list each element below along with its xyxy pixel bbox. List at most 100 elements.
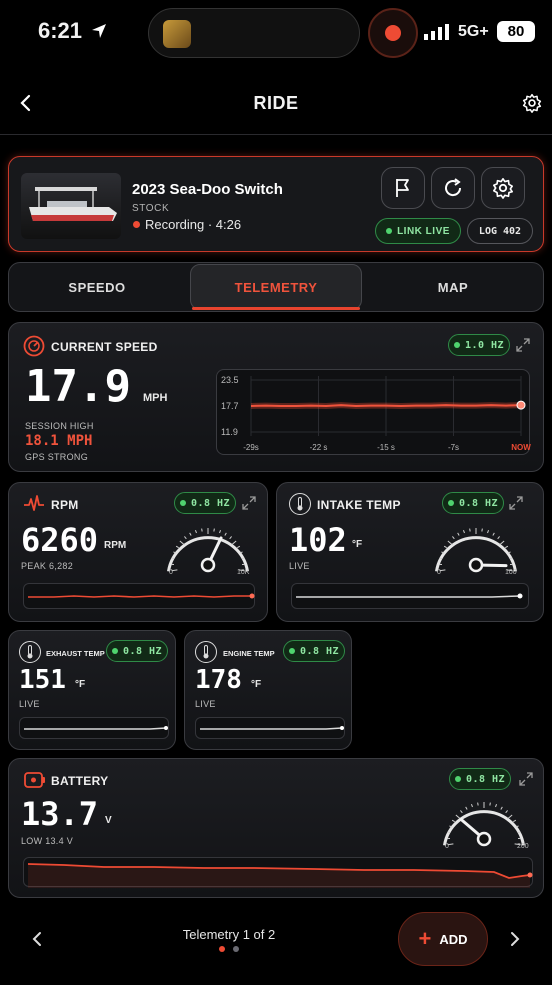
battery-value: 13.7 (21, 795, 99, 833)
exhaust-live: LIVE (19, 699, 40, 709)
rpm-unit: RPM (104, 540, 127, 551)
battery-unit: V (105, 815, 112, 826)
header-divider (0, 134, 552, 135)
exhaust-rate-badge[interactable]: 0.8 HZ (106, 640, 168, 662)
signal-icon (424, 24, 449, 40)
intake-card: INTAKE TEMP 0.8 HZ 102 °F LIVE 0 100 (276, 482, 544, 622)
speed-title: CURRENT SPEED (51, 340, 158, 354)
live-dot-icon (447, 500, 454, 506)
rpm-gauge (167, 528, 249, 573)
battery-icon (24, 772, 45, 788)
intake-live: LIVE (289, 561, 310, 571)
engine-rate-badge[interactable]: 0.8 HZ (283, 640, 345, 662)
log-badge[interactable]: LOG 402 (467, 218, 533, 244)
speed-y-label: 11.9 (221, 427, 238, 437)
gps-status: GPS STRONG (25, 452, 89, 462)
boat-image (21, 173, 121, 239)
live-dot-icon (453, 342, 460, 348)
tab-telemetry[interactable]: TELEMETRY (190, 262, 362, 312)
expand-icon[interactable] (509, 496, 523, 510)
engine-sparkline (195, 717, 345, 739)
rpm-gauge-min: 0 (169, 569, 173, 576)
speed-x-label: -7s (448, 443, 459, 452)
battery-card: BATTERY 0.8 HZ 13.7 V LOW 13.4 V 0 200 (8, 758, 544, 898)
network-type: 5G+ (458, 23, 489, 40)
expand-icon[interactable] (516, 338, 530, 352)
exhaust-card: EXHAUST TEMP 0.8 HZ 151 °F LIVE (8, 630, 176, 750)
battery-percent: 80 (507, 23, 525, 40)
speedometer-icon (23, 335, 45, 357)
intake-sparkline (291, 583, 529, 609)
tab-telemetry-underline (192, 307, 360, 310)
battery-title: BATTERY (51, 774, 109, 788)
speed-x-label: NOW (511, 443, 531, 452)
intake-gauge-min: 0 (437, 569, 441, 576)
battery-sparkline (23, 857, 533, 888)
expand-icon[interactable] (519, 772, 533, 786)
link-live-badge[interactable]: LINK LIVE (375, 218, 461, 244)
expand-icon[interactable] (242, 496, 256, 510)
rpm-card: RPM 0.8 HZ 6260 RPM PEAK 6,282 0 10K (8, 482, 268, 622)
thermometer-icon (289, 493, 311, 515)
vehicle-card: 2023 Sea-Doo Switch STOCK Recording · 4:… (8, 156, 544, 252)
page-dot-inactive[interactable] (233, 946, 239, 952)
speed-x-label: -22 s (310, 443, 328, 452)
location-arrow-icon (92, 24, 106, 38)
speed-series-line (250, 404, 522, 408)
gear-icon (493, 178, 513, 199)
exhaust-sparkline (19, 717, 169, 739)
speed-card: CURRENT SPEED 1.0 HZ 17.9 MPH SESSION HI… (8, 322, 544, 472)
live-dot-icon (288, 648, 295, 654)
tab-map[interactable]: MAP (364, 262, 542, 312)
rpm-value: 6260 (21, 521, 99, 559)
recording-indicator-icon (368, 8, 418, 58)
speed-x-label: -29s (243, 443, 259, 452)
rpm-peak: PEAK 6,282 (21, 561, 74, 571)
battery-low: LOW 13.4 V (21, 836, 74, 846)
engine-title: ENGINE TEMP (223, 649, 275, 658)
tab-speedo[interactable]: SPEEDO (8, 262, 186, 312)
vehicle-name: 2023 Sea-Doo Switch (132, 181, 283, 198)
engine-value: 178 (195, 665, 242, 695)
recording-dot-icon (133, 221, 140, 228)
thermometer-icon (195, 641, 217, 663)
page-indicator-label: Telemetry 1 of 2 (182, 927, 276, 942)
intake-rate-badge[interactable]: 0.8 HZ (442, 492, 504, 514)
engine-rate-label: 0.8 HZ (299, 645, 340, 657)
session-high-value: 18.1 MPH (25, 433, 93, 449)
prev-chevron-icon[interactable] (28, 929, 46, 949)
app-thumbnail-icon (163, 20, 191, 48)
live-dot-icon (386, 228, 393, 234)
engine-unit: °F (251, 679, 262, 690)
exhaust-rate-label: 0.8 HZ (122, 645, 163, 657)
battery-rate-label: 0.8 HZ (465, 773, 506, 785)
status-time: 6:21 (38, 18, 83, 43)
battery-rate-badge[interactable]: 0.8 HZ (449, 768, 511, 790)
speed-value: 17.9 (25, 361, 131, 412)
intake-unit: °F (352, 539, 363, 550)
speed-y-label: 17.7 (221, 401, 239, 411)
dynamic-island (148, 8, 360, 58)
live-dot-icon (454, 776, 461, 782)
plus-icon: + (418, 926, 432, 951)
rpm-rate-badge[interactable]: 0.8 HZ (174, 492, 236, 514)
settings-button[interactable] (481, 167, 525, 209)
flag-button[interactable] (381, 167, 425, 209)
intake-rate-label: 0.8 HZ (458, 497, 499, 509)
rpm-title: RPM (51, 498, 79, 512)
page-title: RIDE (253, 93, 299, 113)
rpm-gauge-max: 10K (237, 569, 250, 576)
battery-gauge-min: 0 (445, 843, 449, 850)
speed-rate-badge[interactable]: 1.0 HZ (448, 334, 510, 356)
exhaust-title: EXHAUST TEMP (46, 649, 105, 658)
page-dot-active[interactable] (219, 946, 225, 952)
speed-chart-svg: 23.5 17.7 11.9 -29s -22 s -15 s -7s NOW (221, 375, 531, 452)
intake-value: 102 (289, 521, 347, 559)
next-chevron-icon[interactable] (506, 929, 524, 949)
thermometer-icon (19, 641, 41, 663)
speed-unit: MPH (143, 392, 168, 404)
refresh-button[interactable] (431, 167, 475, 209)
gear-icon[interactable] (522, 93, 542, 113)
add-button[interactable]: + ADD (398, 912, 488, 966)
live-dot-icon (179, 500, 186, 506)
